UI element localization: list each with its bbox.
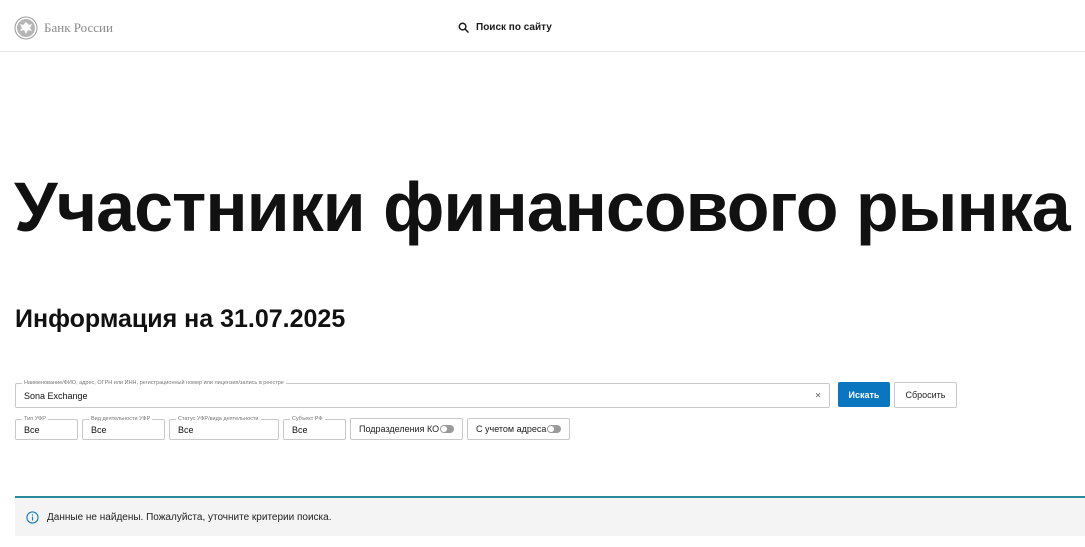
toggle-label: С учетом адреса: [476, 424, 547, 434]
site-header: Банк России Поиск по сайту: [0, 0, 1085, 52]
filter-activity-type[interactable]: Вид деятельности УФР Все: [82, 415, 165, 440]
query-field-legend: Наименование/ФИО, адрес, ОГРН или ИНН, р…: [22, 379, 286, 387]
toggle-switch[interactable]: [547, 425, 561, 433]
filter-value: Все: [91, 424, 107, 435]
toggle-label: Подразделения КО: [359, 424, 440, 434]
filter-region[interactable]: Субъект РФ Все: [283, 415, 346, 440]
filter-value: Все: [178, 424, 194, 435]
clear-icon[interactable]: ×: [815, 390, 821, 401]
toggle-branches[interactable]: Подразделения КО: [350, 418, 463, 440]
search-label: Поиск по сайту: [476, 22, 552, 33]
filter-legend: Статус УФР/вида деятельности: [176, 415, 261, 423]
query-input-value[interactable]: Sona Exchange: [24, 391, 88, 401]
filter-value: Все: [24, 424, 40, 435]
eagle-emblem-icon: [14, 16, 38, 40]
filter-legend: Тип УФР: [22, 415, 48, 423]
info-date-heading: Информация на 31.07.2025: [15, 305, 346, 333]
info-icon: [26, 510, 39, 524]
toggle-address[interactable]: С учетом адреса: [467, 418, 570, 440]
filter-legend: Вид деятельности УФР: [89, 415, 153, 423]
page-title: Участники финансового рынка: [14, 168, 1071, 246]
reset-button[interactable]: Сбросить: [894, 382, 957, 408]
filter-ufr-type[interactable]: Тип УФР Все: [15, 415, 78, 440]
site-search-link[interactable]: Поиск по сайту: [458, 22, 552, 33]
site-logo[interactable]: Банк России: [14, 16, 113, 40]
filter-legend: Субъект РФ: [290, 415, 325, 423]
search-icon: [458, 22, 469, 33]
filter-status[interactable]: Статус УФР/вида деятельности Все: [169, 415, 279, 440]
no-results-alert: Данные не найдены. Пожалуйста, уточните …: [15, 496, 1085, 536]
filter-value: Все: [292, 424, 308, 435]
alert-message: Данные не найдены. Пожалуйста, уточните …: [47, 511, 332, 523]
search-button[interactable]: Искать: [838, 382, 890, 407]
brand-name: Банк России: [44, 20, 113, 35]
query-field[interactable]: Наименование/ФИО, адрес, ОГРН или ИНН, р…: [15, 379, 830, 408]
toggle-switch[interactable]: [440, 425, 454, 433]
